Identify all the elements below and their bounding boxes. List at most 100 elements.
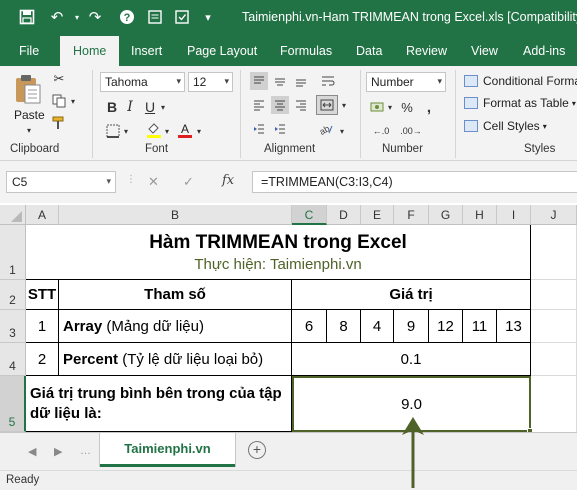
font-name-select[interactable]: Tahoma ▾ (100, 72, 185, 92)
cut-icon[interactable]: ✂ (50, 70, 68, 88)
header-value[interactable]: Giá trị (292, 280, 531, 310)
name-box[interactable]: C5 ▾ (6, 171, 116, 193)
array-value-h3[interactable]: 11 (463, 310, 497, 343)
orientation-icon[interactable]: ab (316, 120, 336, 138)
formula-input[interactable]: =TRIMMEAN(C3:I3,C4) (252, 171, 577, 193)
column-header-j[interactable]: J (531, 205, 577, 225)
column-header-b[interactable]: B (59, 205, 292, 225)
column-header-c[interactable]: C (292, 205, 327, 225)
array-value-c3[interactable]: 6 (292, 310, 327, 343)
array-value-i3[interactable]: 13 (497, 310, 531, 343)
row4-stt[interactable]: 2 (26, 343, 59, 376)
form-icon[interactable] (145, 7, 165, 27)
increase-decimal-icon[interactable]: ←.0 (368, 122, 394, 140)
tab-insert[interactable]: Insert (131, 44, 162, 58)
align-center-icon[interactable] (271, 96, 289, 114)
row-header-5[interactable]: 5 (0, 376, 26, 432)
copy-icon[interactable] (50, 92, 68, 110)
scroll-sheets-left-icon[interactable]: ◀ (28, 445, 36, 458)
column-header-d[interactable]: D (327, 205, 361, 225)
row-header-3[interactable]: 3 (0, 310, 26, 343)
fill-color-dropdown-icon[interactable]: ▾ (162, 124, 172, 138)
undo-icon[interactable]: ↶ (47, 7, 67, 27)
undo-dropdown-icon[interactable]: ▾ (67, 7, 87, 27)
merge-center-icon[interactable] (316, 95, 338, 115)
format-painter-icon[interactable] (50, 114, 68, 132)
array-value-e3[interactable]: 4 (361, 310, 394, 343)
header-param[interactable]: Tham số (59, 280, 292, 310)
sheet-tab-taimienphi[interactable]: Taimienphi.vn (100, 433, 235, 467)
underline-icon[interactable]: U (142, 98, 158, 116)
column-header-e[interactable]: E (361, 205, 394, 225)
header-stt[interactable]: STT (26, 280, 59, 310)
tab-view[interactable]: View (471, 44, 498, 58)
merge-dropdown-icon[interactable]: ▾ (339, 98, 349, 112)
align-right-icon[interactable] (292, 96, 310, 114)
decrease-indent-icon[interactable] (250, 120, 268, 138)
font-color-icon[interactable]: A (176, 120, 194, 140)
redo-icon[interactable]: ↷ (85, 7, 105, 27)
scroll-sheets-right-icon[interactable]: ▶ (54, 445, 62, 458)
formula-bar-resize-icon[interactable]: ⋮ (126, 174, 136, 185)
customize-quick-access-icon[interactable]: ▾ (198, 7, 218, 27)
row4-param[interactable]: Percent (Tỷ lệ dữ liệu loại bỏ) (59, 343, 292, 376)
title-cell[interactable]: Hàm TRIMMEAN trong Excel Thực hiện: Taim… (26, 225, 531, 280)
font-size-select[interactable]: 12 ▾ (188, 72, 233, 92)
bottom-align-icon[interactable] (292, 72, 310, 90)
accounting-format-icon[interactable] (368, 98, 386, 116)
column-header-a[interactable]: A (26, 205, 59, 225)
insert-function-icon[interactable]: fx (222, 173, 234, 188)
save-icon[interactable] (17, 7, 37, 27)
column-header-i[interactable]: I (497, 205, 531, 225)
row3-stt[interactable]: 1 (26, 310, 59, 343)
underline-dropdown-icon[interactable]: ▾ (158, 100, 168, 114)
pick-icon[interactable] (172, 7, 192, 27)
cell-styles-button[interactable]: Cell Styles ▾ (464, 119, 547, 133)
tab-formulas[interactable]: Formulas (280, 44, 332, 58)
format-as-table-button[interactable]: Format as Table ▾ (464, 96, 576, 110)
borders-icon[interactable] (104, 122, 122, 140)
top-align-icon[interactable] (250, 72, 268, 90)
new-sheet-icon[interactable]: + (248, 441, 266, 459)
copy-dropdown-icon[interactable]: ▾ (68, 94, 78, 108)
row-header-4[interactable]: 4 (0, 343, 26, 376)
select-all-corner[interactable] (0, 205, 26, 225)
tab-data[interactable]: Data (356, 44, 382, 58)
tab-home[interactable]: Home (60, 36, 120, 66)
percent-value-cell[interactable]: 0.1 (292, 343, 531, 376)
comma-style-icon[interactable]: , (420, 98, 438, 116)
borders-dropdown-icon[interactable]: ▾ (121, 124, 131, 138)
tab-review[interactable]: Review (406, 44, 447, 58)
number-format-select[interactable]: Number ▾ (366, 72, 446, 92)
tab-add-ins[interactable]: Add-ins (523, 44, 565, 58)
middle-align-icon[interactable] (271, 72, 289, 90)
array-value-d3[interactable]: 8 (327, 310, 361, 343)
paste-dropdown-icon[interactable]: ▾ (22, 124, 36, 136)
tab-file[interactable]: File (19, 44, 39, 58)
column-header-f[interactable]: F (394, 205, 429, 225)
row-header-2[interactable]: 2 (0, 280, 26, 310)
cancel-icon[interactable]: ✕ (148, 174, 159, 190)
decrease-decimal-icon[interactable]: .00→ (398, 122, 424, 140)
fill-color-icon[interactable] (145, 120, 163, 140)
row3-param[interactable]: Array (Mảng dữ liệu) (59, 310, 292, 343)
accounting-dropdown-icon[interactable]: ▾ (385, 100, 395, 114)
font-color-dropdown-icon[interactable]: ▾ (194, 124, 204, 138)
row-header-1[interactable]: 1 (0, 225, 26, 280)
percent-style-icon[interactable]: % (398, 98, 416, 116)
align-left-icon[interactable] (250, 96, 268, 114)
tab-page-layout[interactable]: Page Layout (187, 44, 257, 58)
conditional-formatting-button[interactable]: Conditional Forma (464, 74, 577, 88)
paste-icon[interactable] (12, 72, 44, 106)
help-icon[interactable]: ? (117, 7, 137, 27)
bold-icon[interactable]: B (104, 98, 120, 116)
orientation-dropdown-icon[interactable]: ▾ (337, 124, 347, 138)
sheet-options-icon[interactable]: … (80, 445, 91, 457)
wrap-text-icon[interactable] (318, 72, 338, 90)
array-value-f3[interactable]: 9 (394, 310, 429, 343)
paste-button[interactable]: Paste (14, 108, 45, 122)
column-header-h[interactable]: H (463, 205, 497, 225)
enter-icon[interactable]: ✓ (183, 174, 194, 190)
array-value-g3[interactable]: 12 (429, 310, 463, 343)
result-label-cell[interactable]: Giá trị trung bình bên trong của tập dữ … (26, 376, 292, 432)
